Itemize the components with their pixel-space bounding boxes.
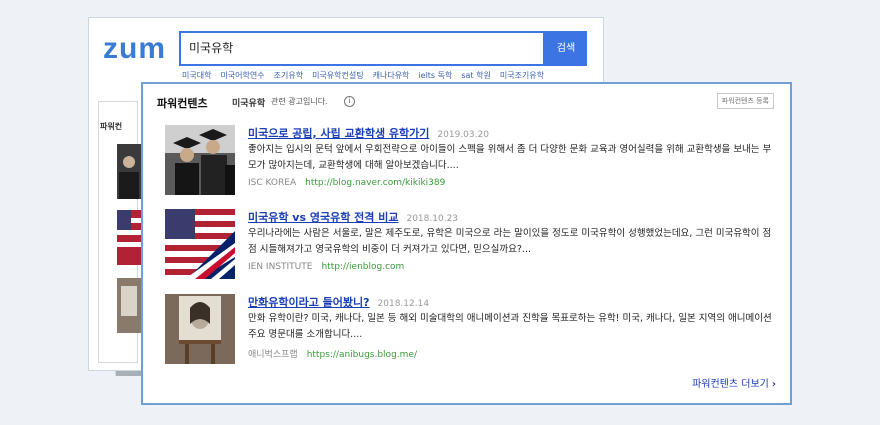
item-url-link[interactable]: http://ienblog.com bbox=[321, 262, 404, 272]
item-title-link[interactable]: 미국으로 공립, 사립 교환학생 유학가기 2019.03.20 bbox=[248, 125, 489, 141]
thumbnail-drawing[interactable] bbox=[165, 294, 235, 364]
back-pane-title: 파워컨 bbox=[100, 122, 123, 131]
related-link[interactable]: 캐나다유학 bbox=[373, 70, 410, 81]
related-link[interactable]: 미국조기유학 bbox=[500, 70, 544, 81]
back-thumb-drawing bbox=[117, 278, 141, 333]
related-link[interactable]: 조기유학 bbox=[274, 70, 303, 81]
item-source-name: ISC KOREA bbox=[248, 178, 297, 188]
item-source: ISC KOREA http://blog.naver.com/kikiki389 bbox=[248, 178, 445, 188]
item-source: 애니벅스프랩 https://anibugs.blog.me/ bbox=[248, 347, 417, 360]
search-button[interactable]: 검색 bbox=[545, 31, 587, 66]
list-item: 미국유학 vs 영국유학 전격 비교 2018.10.23 우리나라에는 사람은 … bbox=[165, 209, 775, 281]
panel-query: 미국유학 bbox=[232, 99, 266, 109]
search-box[interactable] bbox=[179, 31, 545, 66]
related-link[interactable]: ielts 독학 bbox=[418, 70, 452, 81]
item-source-name: IEN INSTITUTE bbox=[248, 262, 313, 272]
item-description: 만화 유학이란? 미국, 캐나다, 일본 등 해외 미술대학의 애니메이션과 진… bbox=[248, 313, 772, 340]
list-item: 만화유학이라고 들어봤니? 2018.12.14 만화 유학이란? 미국, 캐나다… bbox=[165, 294, 775, 366]
related-link[interactable]: sat 학원 bbox=[461, 70, 490, 81]
more-power-contents-link[interactable]: 파워컨텐츠 더보기 › bbox=[692, 375, 776, 390]
thumbnail-flags[interactable] bbox=[165, 209, 235, 279]
item-date: 2018.10.23 bbox=[406, 214, 459, 224]
item-title-link[interactable]: 미국유학 vs 영국유학 전격 비교 2018.10.23 bbox=[248, 209, 458, 225]
item-date: 2019.03.20 bbox=[437, 130, 489, 140]
back-thumb-flags bbox=[117, 210, 141, 265]
item-source-name: 애니벅스프랩 bbox=[248, 350, 298, 360]
thumbnail-graduates[interactable] bbox=[165, 125, 235, 195]
power-contents-panel: 파워컨텐츠 미국유학 관련 광고입니다. i 파워컨텐츠 등록 미국으로 공립,… bbox=[141, 82, 792, 405]
panel-description: 관련 광고입니다. bbox=[271, 97, 328, 106]
item-source: IEN INSTITUTE http://ienblog.com bbox=[248, 262, 404, 272]
item-url-link[interactable]: http://blog.naver.com/kikiki389 bbox=[305, 178, 445, 188]
item-url-link[interactable]: https://anibugs.blog.me/ bbox=[307, 350, 417, 360]
panel-title: 파워컨텐츠 bbox=[157, 97, 208, 110]
chevron-right-icon: › bbox=[771, 379, 776, 390]
item-title-link[interactable]: 만화유학이라고 들어봤니? 2018.12.14 bbox=[248, 294, 429, 310]
register-power-contents-button[interactable]: 파워컨텐츠 등록 bbox=[716, 93, 774, 109]
related-link[interactable]: 미국어학연수 bbox=[220, 70, 264, 81]
related-link[interactable]: 미국대학 bbox=[182, 70, 211, 81]
info-icon[interactable]: i bbox=[344, 96, 355, 107]
item-description: 우리나라에는 사람은 서울로, 말은 제주도로, 유학은 미국으로 라는 말이있… bbox=[248, 228, 772, 255]
item-description: 좋아지는 입시의 문턱 앞에서 우회전략으로 아이들이 스펙을 위해서 좀 더 … bbox=[248, 144, 772, 171]
zum-logo[interactable]: zum bbox=[103, 32, 166, 66]
list-item: 미국으로 공립, 사립 교환학생 유학가기 2019.03.20 좋아지는 입시의… bbox=[165, 125, 775, 197]
search-input[interactable] bbox=[189, 33, 529, 64]
related-searches: 미국대학 미국어학연수 조기유학 미국유학컨설팅 캐나다유학 ielts 독학 … bbox=[182, 70, 544, 81]
back-thumb-graduates bbox=[117, 144, 141, 199]
item-date: 2018.12.14 bbox=[377, 299, 430, 309]
related-link[interactable]: 미국유학컨설팅 bbox=[312, 70, 364, 81]
